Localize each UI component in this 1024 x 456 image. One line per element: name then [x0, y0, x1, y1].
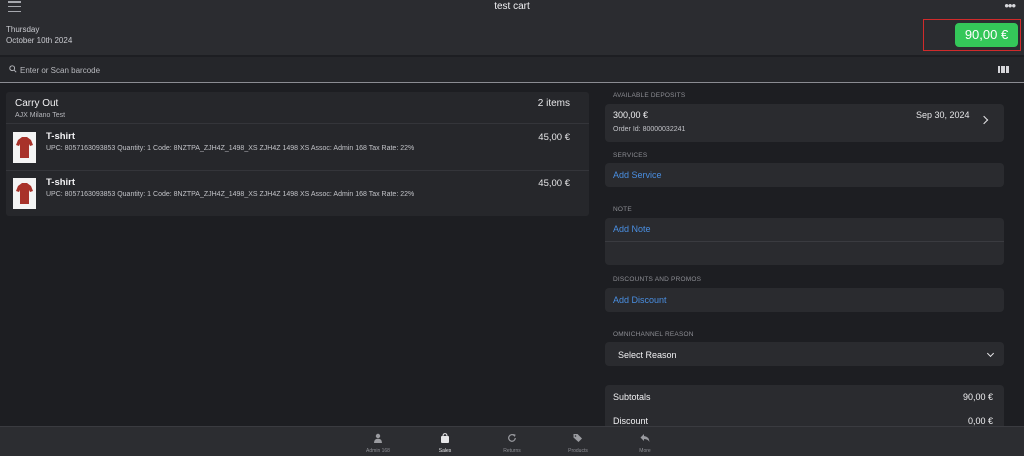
- deposit-date: Sep 30, 2024: [916, 110, 970, 120]
- item-count: 2 items: [537, 98, 570, 109]
- add-service-link[interactable]: Add Service: [613, 170, 662, 180]
- top-bar: test cart ••• Thursday October 10th 2024…: [0, 0, 1024, 55]
- tab-returns[interactable]: Returns: [482, 427, 542, 456]
- item-details: UPC: 8057163093853 Quantity: 1 Code: 8NZ…: [46, 145, 415, 152]
- more-options-icon[interactable]: •••: [1004, 0, 1016, 13]
- cart-header: Carry Out AJX Milano Test 2 items: [6, 92, 589, 124]
- tab-label: Sales: [438, 448, 452, 454]
- refresh-icon: [508, 434, 516, 442]
- reason-select[interactable]: Select Reason: [605, 342, 1004, 366]
- total-highlight: 90,00 €: [923, 19, 1021, 51]
- note-section-label: NOTE: [613, 206, 632, 213]
- item-price: 45,00 €: [538, 132, 570, 143]
- store-name: AJX Milano Test: [15, 112, 66, 119]
- item-name: T-shirt: [46, 131, 76, 142]
- tab-label: Products: [568, 448, 588, 454]
- cart-panel: Carry Out AJX Milano Test 2 items T-shir…: [6, 92, 589, 216]
- reply-arrow-icon: [640, 434, 650, 442]
- deposits-section-label: AVAILABLE DEPOSITS: [613, 92, 686, 99]
- services-section-label: SERVICES: [613, 152, 648, 159]
- bottom-tab-bar: Admin 168 Sales Returns Products More: [0, 426, 1024, 456]
- date-display: Thursday October 10th 2024: [6, 24, 72, 46]
- tab-label: Returns: [503, 448, 521, 454]
- search-input[interactable]: [20, 63, 420, 77]
- person-icon: [374, 433, 382, 443]
- services-card: Add Service: [605, 163, 1004, 187]
- discount-value: 0,00 €: [967, 416, 993, 426]
- add-discount-link[interactable]: Add Discount: [613, 295, 667, 305]
- discounts-card: Add Discount: [605, 288, 1004, 312]
- tab-sales[interactable]: Sales: [415, 427, 475, 456]
- tab-label: Admin 168: [366, 448, 390, 454]
- total-button[interactable]: 90,00 €: [955, 23, 1018, 47]
- product-thumbnail: [13, 132, 36, 163]
- date-label: October 10th 2024: [6, 36, 73, 45]
- item-details: UPC: 8057163093853 Quantity: 1 Code: 8NZ…: [46, 191, 415, 198]
- barcode-scan-icon[interactable]: [998, 66, 1010, 73]
- reason-section-label: OMNICHANNEL REASON: [613, 331, 694, 338]
- note-card: Add Note: [605, 218, 1004, 265]
- day-label: Thursday: [6, 25, 40, 34]
- discount-row: Discount 0,00 €: [613, 416, 993, 426]
- select-reason-label: Select Reason: [618, 350, 677, 360]
- tab-products[interactable]: Products: [548, 427, 608, 456]
- product-thumbnail: [13, 178, 36, 209]
- cart-line-item[interactable]: T-shirt UPC: 8057163093853 Quantity: 1 C…: [6, 170, 589, 215]
- note-divider: [605, 241, 1004, 242]
- cart-line-item[interactable]: T-shirt UPC: 8057163093853 Quantity: 1 C…: [6, 125, 589, 170]
- fulfillment-type: Carry Out: [15, 98, 59, 109]
- subtotal-label: Subtotals: [613, 392, 651, 402]
- cart-title: test cart: [494, 1, 530, 12]
- item-price: 45,00 €: [538, 178, 570, 189]
- item-name: T-shirt: [46, 177, 76, 188]
- tab-admin[interactable]: Admin 168: [348, 427, 408, 456]
- chevron-right-icon: [979, 115, 989, 125]
- deposit-order-id: Order Id: 80000032241: [613, 126, 686, 133]
- deposit-amount: 300,00 €: [613, 110, 649, 120]
- discount-label: Discount: [613, 416, 649, 426]
- discounts-section-label: DISCOUNTS AND PROMOS: [613, 276, 702, 283]
- chevron-down-icon: [986, 349, 995, 358]
- search-icon: [9, 65, 17, 73]
- tab-label: More: [639, 448, 651, 454]
- tags-icon: [573, 434, 582, 442]
- subtotal-value: 90,00 €: [962, 392, 993, 402]
- tab-more[interactable]: More: [615, 427, 675, 456]
- subtotal-row: Subtotals 90,00 €: [613, 392, 993, 402]
- add-note-link[interactable]: Add Note: [613, 224, 651, 234]
- search-bar: [0, 57, 1024, 83]
- deposit-card[interactable]: 300,00 € Order Id: 80000032241 Sep 30, 2…: [605, 104, 1004, 142]
- shopping-bag-icon: [441, 433, 449, 443]
